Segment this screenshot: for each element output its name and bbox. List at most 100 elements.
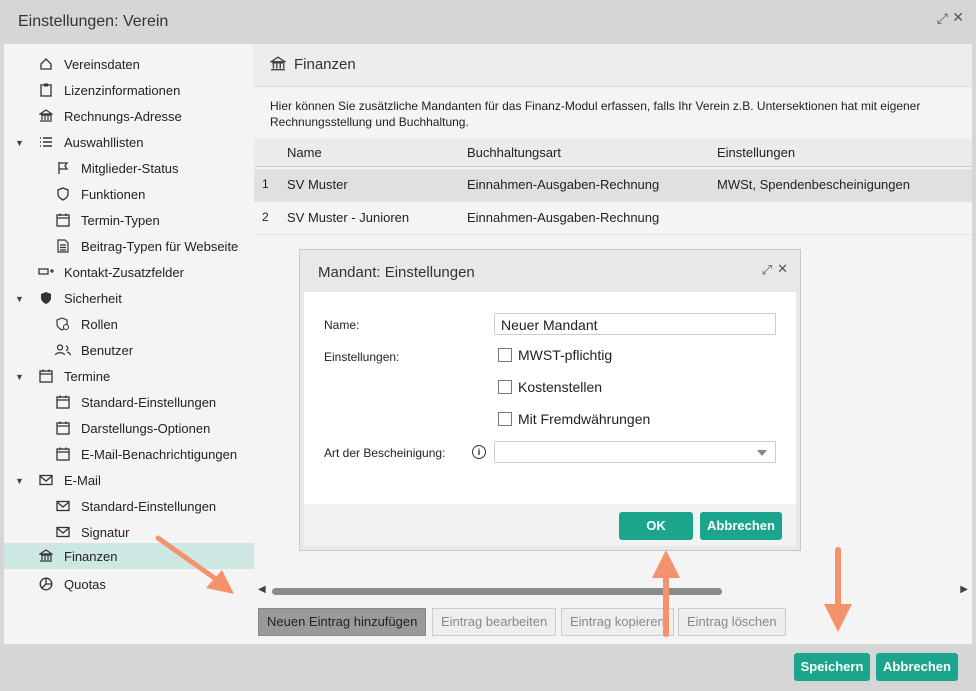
sidebar-item-label: E-Mail [64,472,101,488]
scroll-right-icon[interactable]: ▶ [960,584,968,595]
close-icon[interactable]: ✕ [777,261,788,277]
settings-label: Einstellungen: [324,350,400,364]
caret-down-icon[interactable]: ▼ [15,294,24,304]
gear-shield-icon [55,316,71,332]
annotation-arrow-icon [824,547,852,632]
sidebar-item-signatur[interactable]: Signatur [55,520,129,544]
sidebar-item-beitrag-typen[interactable]: Beitrag-Typen für Webseite [55,234,238,258]
checkbox-label: Kostenstellen [518,379,603,395]
sidebar-item-termin-typen[interactable]: Termin-Typen [55,208,160,232]
sidebar-item-label: Darstellungs-Optionen [81,420,211,436]
delete-entry-button[interactable]: Eintrag löschen [678,608,786,636]
checkbox-kostenstellen[interactable]: Kostenstellen [498,379,602,395]
home-icon [38,56,54,72]
sidebar-item-label: Funktionen [81,186,146,202]
info-icon[interactable]: i [472,445,486,459]
cell-name: SV Muster - Junioren [287,210,410,225]
flag-icon [55,160,71,176]
mandant-dialog: Mandant: Einstellungen ⤢ ✕ Name: Neuer M… [300,250,800,550]
add-entry-button[interactable]: Neuen Eintrag hinzufügen [258,608,427,636]
dialog-footer: OK Abbrechen [304,504,796,546]
row-number: 2 [262,210,269,224]
caret-down-icon[interactable]: ▼ [15,138,24,148]
sidebar-item-email-benachrichtigungen[interactable]: E-Mail-Benachrichtigungen [55,442,237,466]
cell-name: SV Muster [287,177,348,192]
sidebar-item-lizenzinformationen[interactable]: Lizenzinformationen [38,78,180,102]
calendar-icon [55,446,71,462]
calendar-icon [38,368,54,384]
sidebar-item-label: Benutzer [81,342,134,358]
sidebar-item-kontakt-zusatzfelder[interactable]: Kontakt-Zusatzfelder [38,260,184,284]
mail-icon [55,498,71,514]
sidebar-item-benutzer[interactable]: Benutzer [55,338,133,362]
chevron-down-icon [757,450,767,456]
table-row[interactable]: 2 SV Muster - Junioren Einnahmen-Ausgabe… [254,202,972,235]
sidebar-item-quotas[interactable]: Quotas [38,572,106,596]
content-header: Finanzen [254,44,972,87]
caret-down-icon[interactable]: ▼ [15,372,24,382]
checkbox[interactable] [498,348,512,362]
certificate-label: Art der Bescheinigung: [324,446,446,460]
horizontal-scrollbar[interactable]: ◀ ▶ [254,584,972,598]
pie-chart-icon [38,576,54,592]
sidebar-item-label: Auswahllisten [64,134,144,150]
column-header-name[interactable]: Name [287,145,322,160]
bank-icon [268,56,288,75]
sidebar-item-mitglieder-status[interactable]: Mitglieder-Status [55,156,179,180]
calendar-icon [55,212,71,228]
description-text: Hier können Sie zusätzliche Mandanten fü… [270,99,921,129]
sidebar-item-label: Termine [64,368,111,384]
users-icon [55,342,71,358]
maximize-icon[interactable]: ⤢ [762,262,772,278]
document-icon [55,238,71,254]
sidebar-item-label: Lizenzinformationen [64,82,181,98]
window-title: Einstellungen: Verein [18,13,169,30]
checkbox[interactable] [498,412,512,426]
bank-icon [38,548,54,564]
checkbox-mwst[interactable]: MWST-pflichtig [498,347,612,363]
checkbox-label: MWST-pflichtig [518,347,613,363]
calendar-icon [55,420,71,436]
sidebar-item-darstellungs-optionen[interactable]: Darstellungs-Optionen [55,416,210,440]
sidebar-item-sicherheit[interactable]: Sicherheit [38,286,122,310]
scroll-left-icon[interactable]: ◀ [258,584,266,595]
annotation-arrow-icon [652,550,680,637]
sidebar-item-rechnungs-adresse[interactable]: Rechnungs-Adresse [38,104,182,128]
sidebar-item-label: E-Mail-Benachrichtigungen [81,446,238,462]
calendar-icon [55,394,71,410]
sidebar-item-email[interactable]: E-Mail [38,468,101,492]
cell-buchhaltungsart: Einnahmen-Ausgaben-Rechnung [467,177,660,192]
dialog-title: Mandant: Einstellungen [318,264,475,281]
settings-window: Einstellungen: Verein ⤢ ✕ Vereinsdaten L… [0,0,976,691]
table-row[interactable]: 1 SV Muster Einnahmen-Ausgaben-Rechnung … [254,169,972,202]
sidebar-item-email-standard[interactable]: Standard-Einstellungen [55,494,216,518]
close-icon[interactable]: ✕ [952,9,964,26]
shield-outline-icon [55,186,71,202]
sidebar-item-vereinsdaten[interactable]: Vereinsdaten [38,52,140,76]
sidebar-item-label: Termin-Typen [81,212,160,228]
sidebar-item-termine[interactable]: Termine [38,364,110,388]
sidebar-item-label: Signatur [81,524,130,540]
column-header-buchhaltungsart[interactable]: Buchhaltungsart [467,145,561,160]
annotation-arrow-icon [155,535,234,594]
sidebar-item-label: Finanzen [64,548,118,564]
sidebar-item-termine-standard[interactable]: Standard-Einstellungen [55,390,216,414]
ok-button[interactable]: OK [619,512,693,540]
caret-down-icon[interactable]: ▼ [15,476,24,486]
edit-entry-button[interactable]: Eintrag bearbeiten [432,608,557,636]
checkbox-fremdwaehrungen[interactable]: Mit Fremdwährungen [498,411,650,427]
column-header-einstellungen[interactable]: Einstellungen [717,145,795,160]
sidebar-item-label: Mitglieder-Status [81,160,179,176]
sidebar-item-rollen[interactable]: Rollen [55,312,118,336]
save-button[interactable]: Speichern [794,653,870,681]
sidebar-item-funktionen[interactable]: Funktionen [55,182,145,206]
maximize-icon[interactable]: ⤢ [937,10,948,27]
certificate-select[interactable] [494,441,776,463]
checkbox[interactable] [498,380,512,394]
dialog-cancel-button[interactable]: Abbrechen [700,512,782,540]
cancel-button[interactable]: Abbrechen [876,653,958,681]
sidebar-item-label: Sicherheit [64,290,122,306]
sidebar-item-label: Vereinsdaten [64,56,140,72]
sidebar-item-auswahllisten[interactable]: Auswahllisten [38,130,144,154]
name-input[interactable]: Neuer Mandant [494,313,776,335]
